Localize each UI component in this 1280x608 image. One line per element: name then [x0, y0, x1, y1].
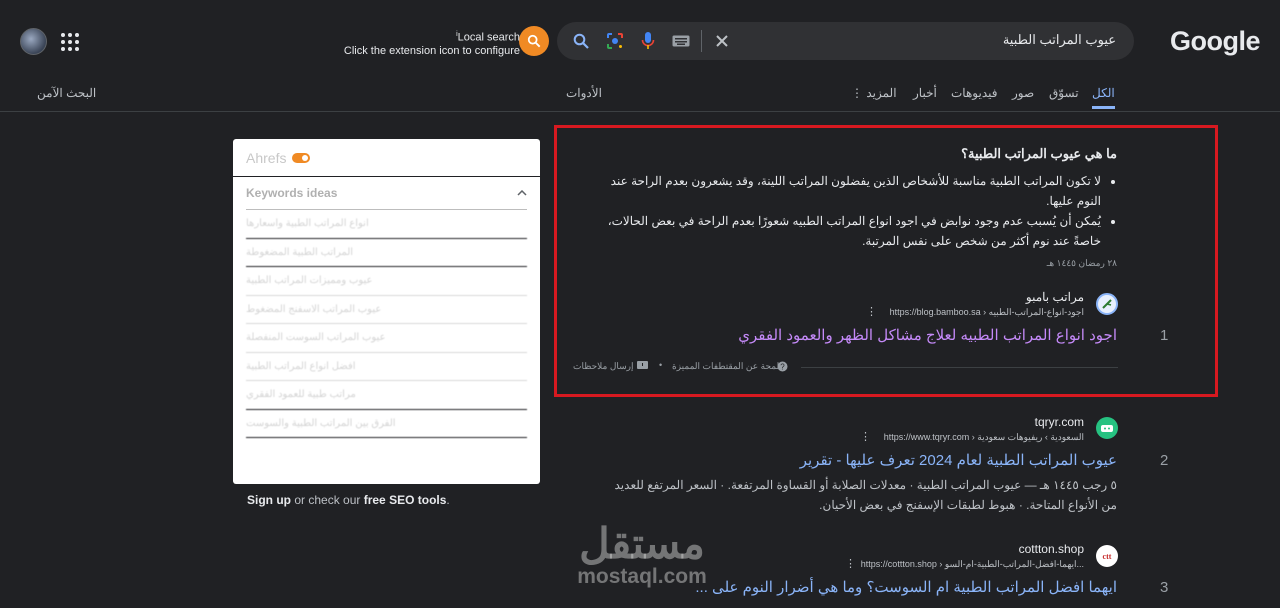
svg-text:?: ? — [780, 363, 785, 372]
keyword-item[interactable]: مراتب طبية للعمود الفقري — [246, 381, 527, 410]
result-rank: 2 — [1160, 452, 1169, 469]
lens-icon[interactable] — [604, 30, 626, 52]
keyword-item[interactable]: انواع المراتب الطبية واسعارها — [246, 210, 527, 239]
result-site-name[interactable]: tqryr.com — [1035, 415, 1084, 429]
snippet-bullet: لا تكون المراتب الطبية مناسبة للأشخاص ال… — [597, 171, 1101, 211]
snippet-bullet: يُمكن أن يُسبب عدم وجود نوابض في اجود ان… — [597, 211, 1101, 251]
result-description: ٥ رجب ١٤٤٥ هـ — عيوب المراتب الطبية · مع… — [614, 478, 1118, 512]
tab-all[interactable]: الكل — [1092, 86, 1115, 109]
about-snippets-link[interactable]: لمحة عن المقتطفات المميزة — [672, 361, 779, 372]
result-url[interactable]: https://www.tqryr.com › السعودية › ريفيو… — [884, 432, 1084, 443]
keywords-list: انواع المراتب الطبية واسعارها المراتب ال… — [246, 210, 527, 438]
signup-link[interactable]: Sign up — [247, 493, 291, 507]
tab-news[interactable]: أخبار — [913, 86, 937, 100]
tab-shopping[interactable]: تسوّق — [1049, 86, 1079, 100]
result-title-link[interactable]: اجود انواع المراتب الطبيه لعلاج مشاكل ال… — [738, 326, 1117, 344]
divider — [701, 30, 702, 52]
local-search-hint: Click the extension icon to configure — [343, 44, 520, 57]
ahrefs-panel: Ahrefs Keywords ideas انواع المراتب الطب… — [233, 139, 540, 484]
keywords-ideas-title: Keywords ideas — [246, 186, 338, 200]
result-url[interactable]: https://cottton.shop › ايهما-افضل-المرات… — [861, 559, 1084, 570]
tools-button[interactable]: الأدوات — [566, 86, 602, 100]
snippet-date: ٢٨ رمضان ١٤٤٥ هـ — [1046, 258, 1117, 268]
search-results-page: Google عيوب المراتب الطبية iLocal search… — [0, 0, 1280, 608]
more-options-icon[interactable]: ⋮ — [860, 430, 871, 443]
chevron-up-icon[interactable] — [517, 190, 527, 196]
tqryr-favicon — [1096, 417, 1118, 439]
search-icon[interactable] — [570, 30, 592, 52]
result-site-name[interactable]: مراتب بامبو — [1026, 290, 1084, 304]
snippet-footer: ? لمحة عن المقتطفات المميزة • إرسال ملاح… — [573, 360, 1118, 375]
tab-more[interactable]: ⋮ المزيد — [851, 86, 897, 100]
ahrefs-logo[interactable]: Ahrefs — [246, 150, 286, 166]
local-search-label: iLocal search Click the extension icon t… — [330, 28, 520, 58]
keywords-ideas-header[interactable]: Keywords ideas — [246, 177, 527, 210]
more-options-icon[interactable]: ⋮ — [845, 557, 856, 570]
keyword-item[interactable]: عيوب المراتب الاسفنج المضغوط — [246, 296, 527, 324]
separator-dot: • — [659, 360, 663, 370]
more-options-icon[interactable]: ⋮ — [866, 305, 877, 318]
ahrefs-header: Ahrefs — [233, 139, 540, 177]
result-rank: 1 — [1160, 327, 1169, 344]
cottton-favicon: ctt — [1096, 545, 1118, 567]
google-logo[interactable]: Google — [1170, 26, 1261, 57]
result-rank: 3 — [1160, 579, 1169, 596]
watermark-arabic: مستقل — [579, 520, 705, 567]
search-box[interactable]: عيوب المراتب الطبية — [557, 22, 1134, 60]
result-url[interactable]: https://blog.bamboo.sa › اجود-انواع-المر… — [890, 307, 1084, 318]
result-site-name[interactable]: cottton.shop — [1019, 542, 1084, 556]
keyword-item[interactable]: عيوب ومميزات المراتب الطبية — [246, 267, 527, 296]
highlight-box — [554, 125, 1218, 397]
local-search-title: Local search — [457, 31, 520, 44]
google-apps-icon[interactable] — [61, 33, 79, 51]
microphone-icon[interactable] — [637, 30, 659, 52]
clear-icon[interactable] — [711, 30, 733, 52]
tab-images[interactable]: صور — [1012, 86, 1034, 100]
signup-mid-text: or check our — [294, 493, 361, 507]
result-title-link[interactable]: عيوب المراتب الطبية لعام 2024 تعرف عليها… — [800, 451, 1117, 469]
avatar[interactable] — [20, 28, 47, 55]
local-search-extension-button[interactable] — [519, 26, 549, 56]
signup-text: Sign up or check our free SEO tools. — [247, 493, 450, 507]
ahrefs-toggle[interactable] — [292, 152, 311, 163]
keyboard-icon[interactable] — [670, 30, 692, 52]
keyword-item[interactable]: المراتب الطبية المضغوطة — [246, 239, 527, 267]
search-tabs: الكل تسوّق صور فيديوهات أخبار ⋮ المزيد ا… — [0, 86, 1280, 112]
mostaql-watermark: مستقل mostaql.com — [562, 522, 722, 588]
tab-more-label: المزيد — [866, 86, 897, 100]
send-feedback-link[interactable]: إرسال ملاحظات — [573, 361, 634, 372]
keyword-item[interactable]: عيوب المراتب السوست المنفصلة — [246, 324, 527, 353]
keyword-item[interactable]: افضل انواع المراتب الطبية — [246, 353, 527, 381]
result-title-link[interactable]: ايهما افضل المراتب الطبية ام السوست؟ وما… — [695, 578, 1117, 596]
watermark-english: mostaql.com — [577, 565, 707, 588]
search-input[interactable]: عيوب المراتب الطبية — [1003, 32, 1116, 48]
feedback-icon[interactable] — [637, 361, 648, 373]
signup-end: . — [446, 493, 450, 507]
snippet-question: ما هي عيوب المراتب الطبية؟ — [961, 146, 1117, 161]
more-dots-icon: ⋮ — [851, 86, 867, 100]
divider — [801, 367, 1118, 368]
snippet-bullets: لا تكون المراتب الطبية مناسبة للأشخاص ال… — [597, 171, 1117, 251]
free-seo-tools-link[interactable]: free SEO tools — [364, 493, 447, 507]
bamboo-favicon — [1096, 293, 1118, 315]
keyword-item[interactable]: الفرق بين المراتب الطبية والسوست — [246, 410, 527, 438]
tab-videos[interactable]: فيديوهات — [951, 86, 997, 100]
safe-search-button[interactable]: البحث الآمن — [37, 86, 96, 100]
